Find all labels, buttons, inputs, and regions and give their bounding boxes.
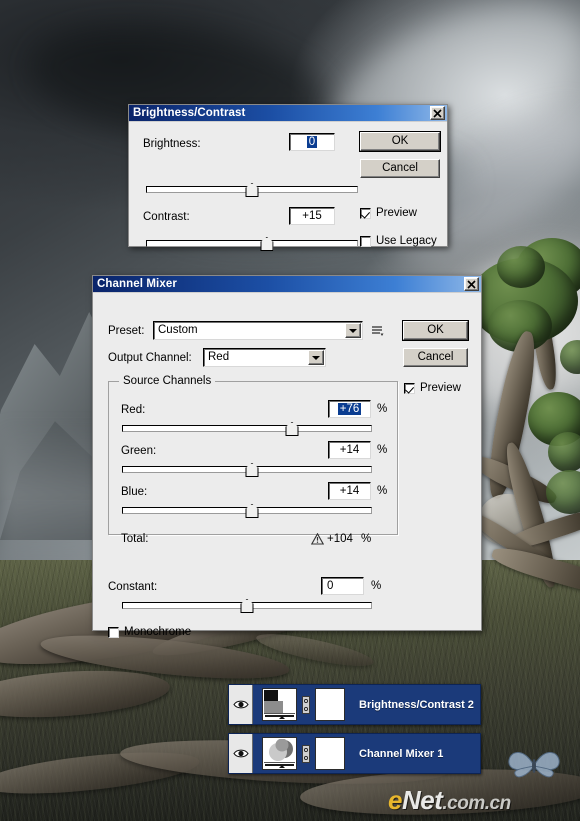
preset-label: Preset: xyxy=(108,325,145,337)
ok-button[interactable]: OK xyxy=(359,131,441,152)
tree-foliage xyxy=(548,432,580,472)
constant-percent: % xyxy=(371,580,382,592)
layer-name: Brightness/Contrast 2 xyxy=(359,698,474,711)
chevron-down-icon[interactable] xyxy=(345,323,361,338)
preset-combobox[interactable]: Custom xyxy=(153,321,363,340)
output-channel-label: Output Channel: xyxy=(108,352,192,364)
constant-slider[interactable] xyxy=(122,598,372,614)
layer-mask-link-icon[interactable] xyxy=(302,695,310,714)
blue-slider[interactable] xyxy=(122,503,372,519)
close-icon[interactable] xyxy=(464,277,479,291)
total-value: +104 xyxy=(327,533,353,545)
chevron-down-icon[interactable] xyxy=(308,350,324,365)
constant-label: Constant: xyxy=(108,581,158,593)
channel-mixer-dialog: Channel Mixer Preset: Custom Output Chan… xyxy=(92,275,482,638)
preset-menu-icon[interactable] xyxy=(371,324,385,338)
layer-row-brightness-contrast[interactable]: Brightness/Contrast 2 xyxy=(228,684,481,725)
brightness-contrast-dialog: Brightness/Contrast Brightness: 0 OK Can… xyxy=(128,104,448,251)
source-channels-label: Source Channels xyxy=(119,375,216,387)
monochrome-checkbox[interactable]: Monochrome xyxy=(108,626,191,638)
watermark-e: e xyxy=(388,785,402,815)
brightness-contrast-thumbnail[interactable] xyxy=(262,688,297,721)
layer-mask-link-icon[interactable] xyxy=(302,744,310,763)
close-icon[interactable] xyxy=(430,106,445,120)
total-percent: % xyxy=(361,533,372,545)
brightness-label: Brightness: xyxy=(143,138,201,150)
tree-foliage xyxy=(497,246,545,288)
warning-icon xyxy=(311,533,324,545)
output-channel-combobox[interactable]: Red xyxy=(203,348,326,367)
preview-checkbox[interactable]: Preview xyxy=(404,382,461,394)
eye-icon xyxy=(232,700,249,709)
red-slider[interactable] xyxy=(122,421,372,437)
brightness-input[interactable]: 0 xyxy=(289,133,335,151)
cancel-button[interactable]: Cancel xyxy=(403,348,468,367)
contrast-slider[interactable] xyxy=(146,236,358,252)
layer-mask-thumbnail[interactable] xyxy=(315,737,345,770)
brightness-contrast-titlebar[interactable]: Brightness/Contrast xyxy=(129,105,447,122)
butterfly-icon xyxy=(508,752,560,778)
red-value: +76 xyxy=(337,403,362,415)
checkbox-box xyxy=(360,207,371,219)
checkbox-box xyxy=(404,382,415,394)
watermark-net: Net xyxy=(401,785,443,815)
layer-thumbnails xyxy=(253,688,345,721)
layer-name: Channel Mixer 1 xyxy=(359,747,444,760)
ok-button[interactable]: OK xyxy=(402,320,469,341)
blue-percent: % xyxy=(377,485,388,497)
green-input[interactable]: +14 xyxy=(328,441,371,459)
blue-input[interactable]: +14 xyxy=(328,482,371,500)
output-channel-value: Red xyxy=(208,351,230,363)
red-input[interactable]: +76 xyxy=(328,400,371,418)
blue-label: Blue: xyxy=(121,486,148,498)
preview-label: Preview xyxy=(376,207,417,219)
dialog-title: Brightness/Contrast xyxy=(133,107,246,119)
red-label: Red: xyxy=(121,404,146,416)
preview-label: Preview xyxy=(420,382,461,394)
layer-visibility-toggle[interactable] xyxy=(229,685,253,724)
green-percent: % xyxy=(377,444,388,456)
slider-groove xyxy=(146,240,358,247)
checkbox-box xyxy=(108,626,119,638)
layer-visibility-toggle[interactable] xyxy=(229,734,253,773)
use-legacy-checkbox[interactable]: Use Legacy xyxy=(360,235,437,247)
thumbnail-slider-strip xyxy=(264,713,295,719)
green-slider[interactable] xyxy=(122,462,372,478)
slider-groove xyxy=(122,425,372,432)
constant-input[interactable]: 0 xyxy=(321,577,364,595)
monochrome-label: Monochrome xyxy=(124,626,192,638)
dialog-title: Channel Mixer xyxy=(97,278,177,290)
total-label: Total: xyxy=(121,533,149,545)
watermark-domain: .com.cn xyxy=(442,793,511,814)
layer-mask-thumbnail[interactable] xyxy=(315,688,345,721)
green-label: Green: xyxy=(121,445,157,457)
brightness-value: 0 xyxy=(306,136,318,148)
use-legacy-label: Use Legacy xyxy=(376,235,437,247)
contrast-input[interactable]: +15 xyxy=(289,207,335,225)
channel-mixer-titlebar[interactable]: Channel Mixer xyxy=(93,276,481,293)
watermark: eNet.com.cn xyxy=(388,787,511,813)
eye-icon xyxy=(232,749,249,758)
contrast-label: Contrast: xyxy=(143,211,190,223)
layer-row-channel-mixer[interactable]: Channel Mixer 1 xyxy=(228,733,481,774)
checkbox-box xyxy=(360,235,371,247)
cancel-button[interactable]: Cancel xyxy=(360,159,440,178)
layer-thumbnails xyxy=(253,737,345,770)
preview-checkbox[interactable]: Preview xyxy=(360,207,417,219)
red-percent: % xyxy=(377,403,388,415)
preset-value: Custom xyxy=(158,324,198,336)
channel-mixer-thumbnail[interactable] xyxy=(262,737,297,770)
thumbnail-slider-strip xyxy=(264,762,295,768)
brightness-slider[interactable] xyxy=(146,182,358,198)
